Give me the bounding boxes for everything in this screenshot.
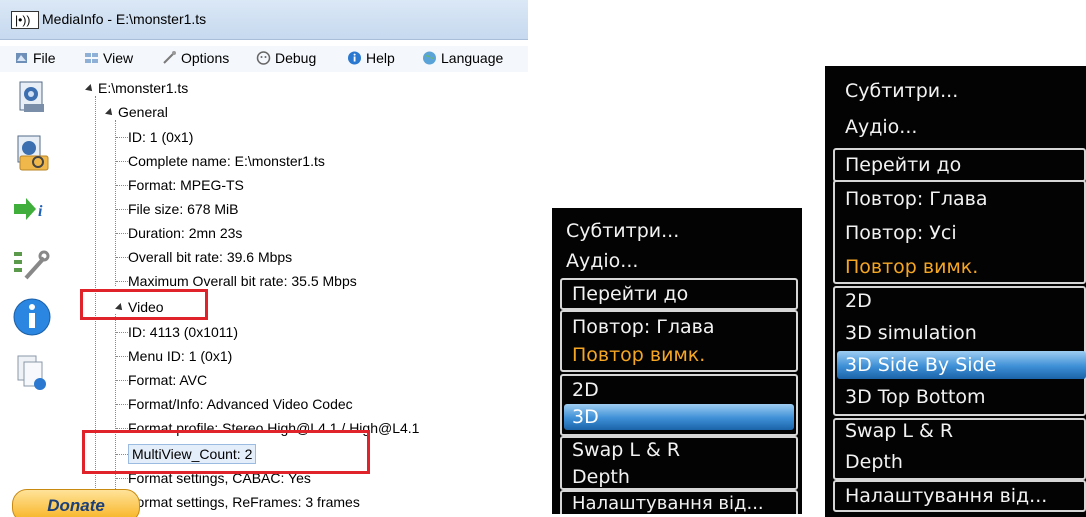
window-title: MediaInfo - E:\monster1.ts <box>42 11 207 27</box>
tree-item[interactable]: Overall bit rate: 39.6 Mbps <box>128 248 292 266</box>
tree-connector <box>116 185 128 186</box>
tv-menu-item[interactable]: 2D <box>825 286 1086 316</box>
tv-menu-item[interactable]: Depth <box>825 447 1086 477</box>
tv-menu-item[interactable]: Повтор: Глава <box>825 184 1086 214</box>
tv-menu-item-highlighted[interactable]: 3D Side By Side <box>837 351 1086 379</box>
tv-menu-large: Субтитри... Аудіо... Перейти до Повтор: … <box>825 66 1086 517</box>
tree-item[interactable]: Menu ID: 1 (0x1) <box>128 347 232 365</box>
tree-item[interactable]: File size: 678 MiB <box>128 200 238 218</box>
menu-options[interactable]: Options <box>162 50 229 70</box>
tv-menu-item[interactable]: Swap L & R <box>825 416 1086 446</box>
toolbar: i <box>0 76 78 517</box>
tree-connector <box>116 404 128 405</box>
tree-guide <box>115 314 116 517</box>
mediainfo-window: |•)) MediaInfo - E:\monster1.ts File Vie… <box>0 0 528 517</box>
tv-menu-item[interactable]: Субтитри... <box>552 216 802 246</box>
menu-view[interactable]: View <box>84 50 133 70</box>
tree-connector <box>116 356 128 357</box>
annotation-box-multiview <box>82 430 370 474</box>
open-folder-button[interactable] <box>10 132 54 174</box>
expand-triangle-icon <box>85 84 95 94</box>
tv-menu-item[interactable]: Перейти до <box>833 148 1086 182</box>
tree-item[interactable]: ID: 4113 (0x1011) <box>128 323 238 341</box>
tv-menu-item[interactable]: Налаштування від... <box>560 490 798 514</box>
tree-connector <box>116 137 128 138</box>
tree-connector <box>116 478 128 479</box>
tv-menu-item-highlighted[interactable]: 3D <box>564 404 794 430</box>
tree-connector <box>116 161 128 162</box>
tree-item[interactable]: Format: MPEG-TS <box>128 176 244 194</box>
tree-section-general[interactable]: General <box>105 103 168 121</box>
globe-icon <box>423 51 436 65</box>
preferences-button[interactable] <box>10 244 54 286</box>
help-icon <box>348 51 361 65</box>
tv-menu-item[interactable]: Аудіо... <box>552 246 802 276</box>
tv-menu-item[interactable]: Depth <box>552 462 802 492</box>
knowledge-base-icon <box>17 355 46 390</box>
tree-connector <box>116 332 128 333</box>
options-icon <box>163 51 176 64</box>
donate-button[interactable]: Donate <box>12 489 140 517</box>
tv-menu-item-active[interactable]: Повтор вимк. <box>825 252 1086 282</box>
tree-connector <box>116 209 128 210</box>
tree-root[interactable]: E:\monster1.ts <box>85 79 188 97</box>
menu-bar: File View Options Debug Help Language <box>0 46 528 72</box>
tree-item[interactable]: Format settings, ReFrames: 3 frames <box>128 493 360 511</box>
mediainfo-logo: |•)) <box>11 11 39 29</box>
tv-menu-small: Субтитри... Аудіо... Перейти до Повтор: … <box>552 208 802 514</box>
expand-triangle-icon <box>105 108 115 118</box>
open-folder-icon <box>17 135 49 171</box>
annotation-box-video <box>80 289 208 320</box>
open-file-icon <box>19 81 44 112</box>
tree-connector <box>116 380 128 381</box>
menu-help[interactable]: Help <box>347 50 395 70</box>
export-icon: i <box>14 198 43 220</box>
tv-menu-item[interactable]: Аудіо... <box>825 112 1086 142</box>
tv-menu-item[interactable]: Повтор: Усі <box>825 218 1086 248</box>
tree-item[interactable]: ID: 1 (0x1) <box>128 128 193 146</box>
file-icon <box>16 53 27 63</box>
tree-item[interactable]: Format/Info: Advanced Video Codec <box>128 395 353 413</box>
about-button[interactable] <box>10 296 54 338</box>
menu-debug[interactable]: Debug <box>256 50 316 70</box>
svg-text:i: i <box>38 203 43 220</box>
tree-item[interactable]: Format: AVC <box>128 371 207 389</box>
knowledge-base-button[interactable] <box>10 352 54 394</box>
tv-menu-item[interactable]: Swap L & R <box>552 435 802 465</box>
about-icon <box>13 298 51 336</box>
tv-menu-item[interactable]: 2D <box>552 375 802 405</box>
tree-connector <box>116 428 128 429</box>
tree-connector <box>116 281 128 282</box>
tv-menu-item[interactable]: Субтитри... <box>825 76 1086 106</box>
open-file-button[interactable] <box>10 76 54 118</box>
tv-menu-item[interactable]: Повтор: Глава <box>552 312 802 342</box>
tree-connector <box>116 233 128 234</box>
tree-item[interactable]: Duration: 2mn 23s <box>128 224 242 242</box>
tree-item[interactable]: Maximum Overall bit rate: 35.5 Mbps <box>128 272 357 290</box>
tv-menu-item[interactable]: Налаштування від... <box>833 480 1086 512</box>
tv-menu-item[interactable]: 3D Top Bottom <box>825 382 1086 412</box>
menu-language[interactable]: Language <box>422 50 503 70</box>
tv-menu-item-active[interactable]: Повтор вимк. <box>552 340 802 370</box>
tv-menu-item[interactable]: Перейти до <box>560 278 798 310</box>
tree-guide <box>115 120 116 286</box>
title-bar: |•)) MediaInfo - E:\monster1.ts <box>0 0 528 40</box>
export-button[interactable]: i <box>10 188 54 230</box>
tv-menu-item[interactable]: 3D simulation <box>825 318 1086 348</box>
tree-item[interactable]: Complete name: E:\monster1.ts <box>128 152 325 170</box>
view-icon <box>85 53 98 63</box>
tree-connector <box>116 257 128 258</box>
debug-icon <box>256 51 271 65</box>
menu-file[interactable]: File <box>14 50 56 70</box>
preferences-icon <box>14 250 50 280</box>
